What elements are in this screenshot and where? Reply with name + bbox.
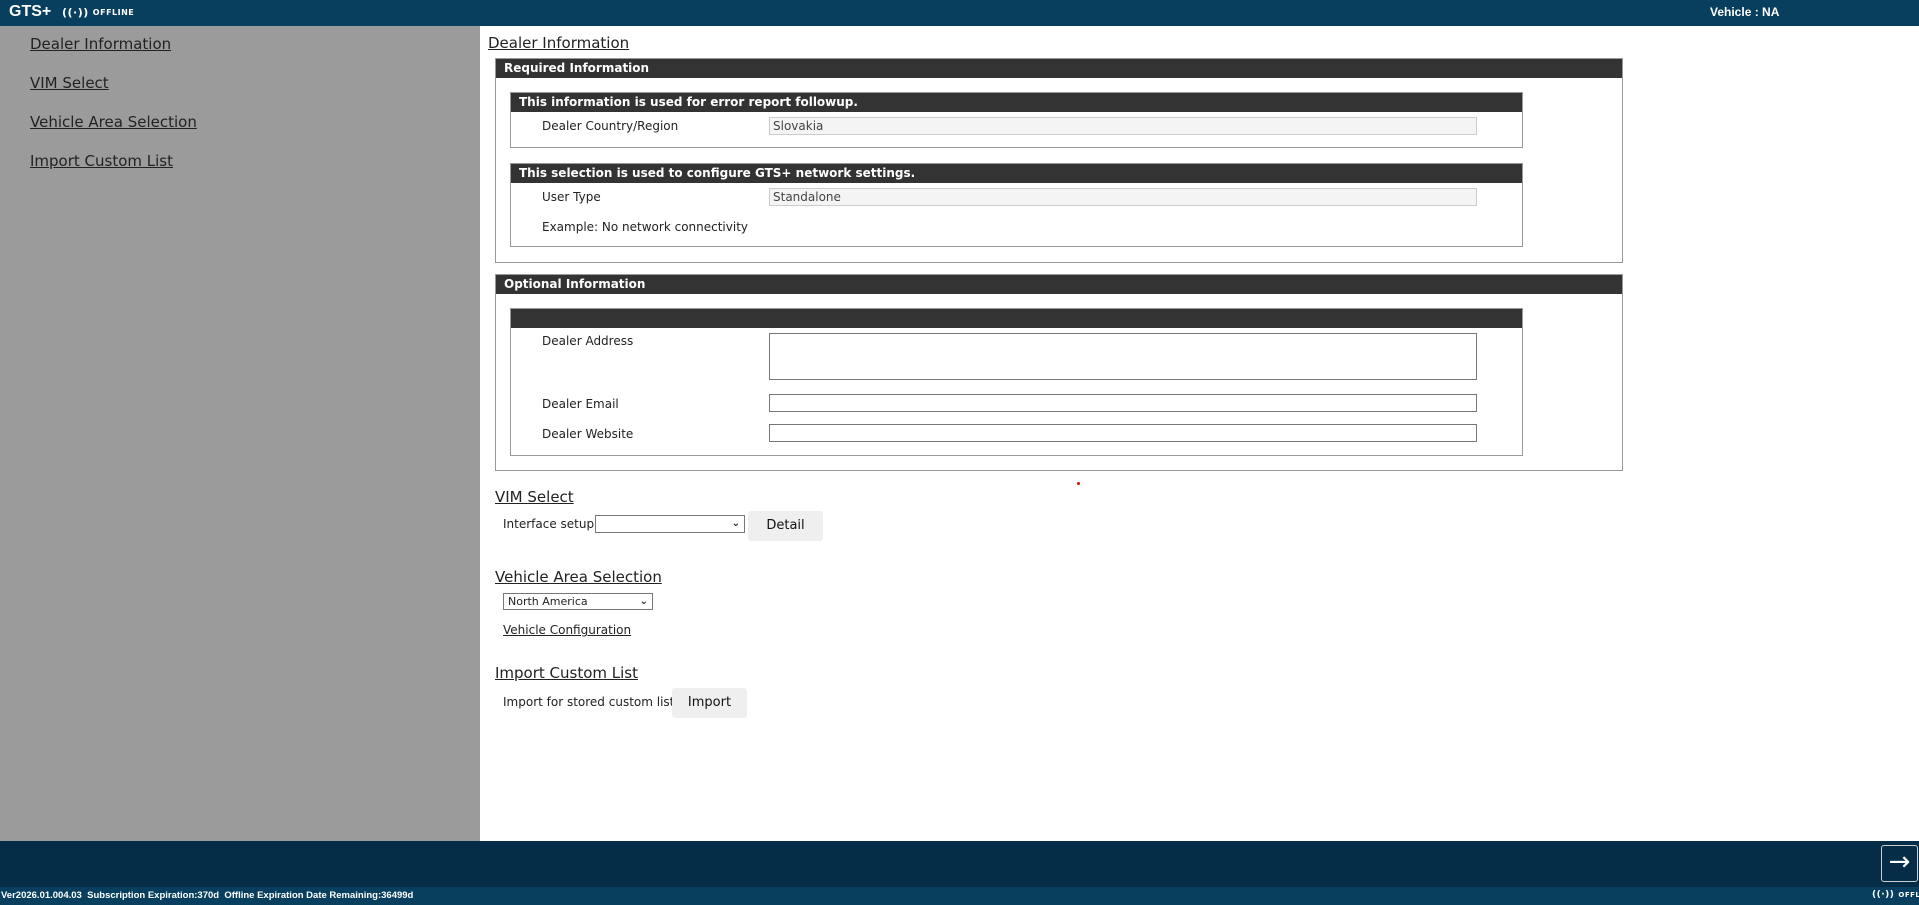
status-bar: Ver2026.01.004.03 Subscription Expiratio… <box>0 887 1919 905</box>
interface-setup-select[interactable]: ⌄ <box>595 515 745 533</box>
sidebar: Dealer Information VIM Select Vehicle Ar… <box>0 26 480 841</box>
chevron-down-icon: ⌄ <box>639 596 648 607</box>
red-dot-marker <box>1077 482 1080 485</box>
user-type-label: User Type <box>542 190 601 204</box>
optional-information-header: Optional Information <box>496 275 1622 294</box>
import-custom-list-title: Import Custom List <box>495 664 639 682</box>
sidebar-item-import-custom-list[interactable]: Import Custom List <box>30 152 173 170</box>
website-label: Dealer Website <box>542 427 634 441</box>
vehicle-area-value: North America <box>508 595 588 608</box>
broadcast-icon: ((·)) <box>62 6 89 19</box>
chevron-down-icon: ⌄ <box>731 518 740 529</box>
subscription-text: Subscription Expiration:370d <box>87 890 220 901</box>
network-settings-header: This selection is used to configure GTS+… <box>511 164 1522 183</box>
error-report-header: This information is used for error repor… <box>511 93 1522 112</box>
next-arrow-button[interactable]: → <box>1881 845 1918 882</box>
version-text: Ver2026.01.004.03 <box>1 890 82 901</box>
top-bar: GTS+ ((·)) OFFLINE Vehicle : NA <box>0 0 1919 26</box>
vehicle-label: Vehicle : NA <box>1710 5 1780 19</box>
offline-label: OFFLINE <box>92 8 135 17</box>
vehicle-area-title: Vehicle Area Selection <box>495 568 662 586</box>
required-information-header: Required Information <box>496 59 1622 78</box>
dealer-information-title: Dealer Information <box>488 34 630 52</box>
broadcast-icon: ((·)) <box>1872 890 1895 900</box>
vehicle-area-select[interactable]: North America ⌄ <box>503 593 653 610</box>
optional-details-header <box>511 309 1522 328</box>
arrow-right-icon: → <box>1888 847 1911 877</box>
offline-remaining-text: Offline Expiration Date Remaining:36499d <box>224 890 414 901</box>
sidebar-item-vim-select[interactable]: VIM Select <box>30 74 109 92</box>
interface-setup-label: Interface setup: <box>503 517 599 531</box>
offline-status: ((·)) OFFLINE <box>62 6 134 19</box>
dealer-address-input[interactable] <box>769 333 1477 380</box>
version-info: Ver2026.01.004.03 Subscription Expiratio… <box>1 890 413 901</box>
footer-offline-status: ((·)) OFFLINE <box>1872 890 1919 900</box>
email-label: Dealer Email <box>542 397 619 411</box>
dealer-email-input[interactable] <box>769 394 1477 412</box>
bottom-bar <box>0 841 1919 887</box>
dealer-website-input[interactable] <box>769 424 1477 442</box>
vehicle-configuration-link[interactable]: Vehicle Configuration <box>503 623 631 637</box>
detail-button[interactable]: Detail <box>748 511 823 541</box>
country-field: Slovakia <box>769 117 1477 135</box>
country-label: Dealer Country/Region <box>542 119 679 133</box>
vim-select-title: VIM Select <box>495 488 574 506</box>
user-type-field: Standalone <box>769 188 1477 206</box>
user-type-example: Example: No network connectivity <box>542 220 749 234</box>
sidebar-item-dealer-information[interactable]: Dealer Information <box>30 35 171 53</box>
import-label: Import for stored custom list: <box>503 695 679 709</box>
footer-offline-label: OFFLINE <box>1898 891 1919 899</box>
address-label: Dealer Address <box>542 334 634 348</box>
sidebar-item-vehicle-area-selection[interactable]: Vehicle Area Selection <box>30 113 197 131</box>
import-button[interactable]: Import <box>672 688 747 718</box>
app-logo: GTS+ <box>9 3 52 20</box>
